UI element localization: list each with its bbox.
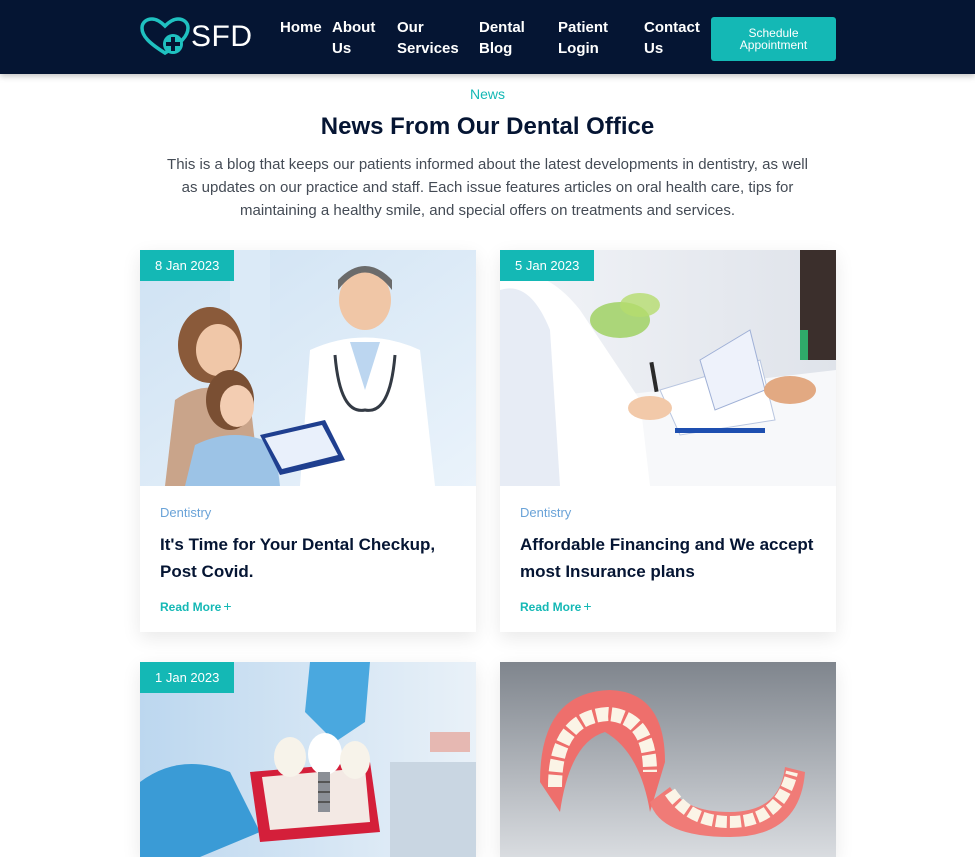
logo-text: SFD: [191, 20, 253, 53]
blog-card: 8 Jan 2023 Dentistry It's Time for Your …: [140, 250, 476, 632]
doctor-family-photo: [140, 250, 476, 486]
date-badge: 8 Jan 2023: [140, 250, 235, 281]
nav-services-label-1: Our: [397, 19, 424, 36]
nav-our-services[interactable]: Our Services: [397, 17, 459, 59]
intro-text: This is a blog that keeps our patients i…: [167, 156, 808, 219]
blog-card: [500, 662, 836, 857]
plus-icon: +: [223, 598, 232, 614]
cta-label-2: Appointment: [739, 38, 808, 52]
page-title: News From Our Dental Office: [320, 113, 655, 140]
date-badge: 5 Jan 2023: [500, 250, 595, 281]
post-image[interactable]: 5 Jan 2023: [500, 250, 836, 486]
schedule-appointment-button[interactable]: Schedule Appointment: [711, 17, 836, 61]
nav-about-us[interactable]: About Us: [332, 17, 375, 59]
post-title[interactable]: It's Time for Your Dental Checkup, Post …: [160, 531, 456, 585]
read-more-link[interactable]: Read More +: [160, 598, 232, 614]
nav-contact-label-2: Us: [644, 40, 664, 57]
date-badge: 1 Jan 2023: [140, 662, 235, 693]
nav-blog-label-1: Dental: [479, 19, 525, 36]
post-image[interactable]: 1 Jan 2023: [140, 662, 476, 857]
section-eyebrow: News: [469, 86, 505, 102]
nav-contact-us[interactable]: Contact Us: [644, 17, 700, 59]
heart-cross-icon: [140, 17, 190, 56]
post-image[interactable]: 8 Jan 2023: [140, 250, 476, 486]
blog-card: 1 Jan 2023: [140, 662, 476, 857]
post-category[interactable]: Dentistry: [520, 505, 816, 520]
consultation-paperwork-photo: [500, 250, 836, 486]
nav-about-label-2: Us: [332, 40, 352, 57]
sfd-logo[interactable]: SFD: [139, 17, 253, 57]
nav-home-label: Home: [280, 19, 322, 36]
nav-blog-label-2: Blog: [479, 40, 513, 57]
read-more-link[interactable]: Read More +: [520, 598, 592, 614]
nav-contact-label-1: Contact: [644, 19, 700, 36]
blog-card: 5 Jan 2023 Dentistry Affordable Financin…: [500, 250, 836, 632]
nav-dental-blog[interactable]: Dental Blog: [479, 17, 525, 59]
site-header: SFD Home About Us Our Services Dental Bl…: [0, 0, 975, 74]
nav-patient-login[interactable]: Patient Login: [558, 17, 608, 59]
post-image[interactable]: [500, 662, 836, 857]
plus-icon: +: [583, 598, 592, 614]
read-more-label: Read More: [160, 600, 222, 614]
read-more-label: Read More: [520, 600, 582, 614]
nav-login-label-2: Login: [558, 40, 599, 57]
post-category[interactable]: Dentistry: [160, 505, 456, 520]
nav-login-label-1: Patient: [558, 19, 609, 36]
nav-about-label-1: About: [332, 19, 376, 36]
nav-services-label-2: Services: [397, 40, 459, 57]
nav-home[interactable]: Home: [280, 17, 322, 38]
post-title[interactable]: Affordable Financing and We accept most …: [520, 531, 816, 585]
dentures-photo: [500, 662, 836, 857]
